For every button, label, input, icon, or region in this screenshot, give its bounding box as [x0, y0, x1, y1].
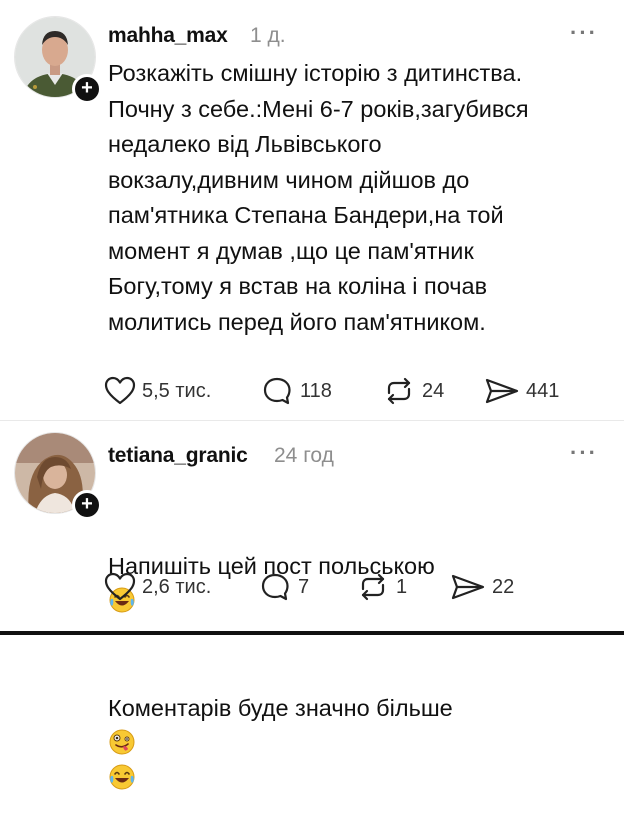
comment-count: 7 [298, 575, 310, 598]
avatar-wrap[interactable]: + [14, 432, 102, 520]
timestamp: 1 д. [250, 24, 286, 47]
repost-count: 1 [396, 575, 408, 598]
share-button[interactable]: 441 [484, 374, 559, 408]
bottom-edge-bar [0, 631, 624, 635]
follow-plus-icon[interactable]: + [72, 490, 102, 520]
repost-count: 24 [422, 379, 445, 402]
share-button[interactable]: 22 [450, 570, 514, 604]
more-icon[interactable]: ··· [570, 20, 598, 46]
tears-of-joy-emoji [109, 764, 135, 790]
share-icon [451, 574, 485, 600]
post-text: Розкажіть смішну історію з дитинства. По… [108, 60, 529, 335]
comment-line-2: Коментарів буде значно більше [108, 656, 608, 798]
heart-icon [104, 572, 136, 601]
comment-icon [263, 377, 291, 405]
more-icon[interactable]: ··· [570, 440, 598, 466]
follow-plus-icon[interactable]: + [72, 74, 102, 104]
repost-icon [361, 573, 385, 601]
username[interactable]: mahha_max [108, 24, 228, 48]
repost-button[interactable]: 24 [382, 374, 444, 408]
heart-icon [104, 376, 136, 405]
username[interactable]: tetiana_granic [108, 444, 248, 468]
like-button[interactable]: 5,5 тис. [104, 374, 211, 408]
zany-face-emoji [109, 729, 135, 754]
post-tetiana-granic: + tetiana_granic 24 год ··· Напишіть цей… [0, 420, 624, 790]
like-count: 5,5 тис. [142, 379, 212, 402]
comment-text: Напишіть цей пост польською Коментарів б… [108, 478, 608, 833]
like-button[interactable]: 2,6 тис. [104, 570, 211, 604]
share-icon [485, 378, 519, 404]
repost-button[interactable]: 1 [356, 570, 407, 604]
comment-icon [261, 573, 289, 601]
share-count: 441 [526, 379, 560, 402]
avatar-wrap[interactable]: + [14, 16, 102, 104]
comment-button[interactable]: 7 [260, 570, 309, 604]
comment-count: 118 [300, 379, 332, 402]
post-actions: 2,6 тис. 7 1 22 [104, 570, 604, 604]
comment-button[interactable]: 118 [262, 374, 332, 408]
comment-line-2-text: Коментарів буде значно більше [108, 695, 453, 721]
like-count: 2,6 тис. [142, 575, 212, 598]
repost-icon [387, 377, 411, 405]
comment-line-1: Напишіть цей пост польською [108, 514, 608, 621]
post-actions: 5,5 тис. 118 24 441 [104, 374, 604, 408]
timestamp: 24 год [274, 444, 334, 467]
post-mahha-max: + mahha_max 1 д. ··· Розкажіть смішну іс… [0, 0, 624, 420]
share-count: 22 [492, 575, 515, 598]
